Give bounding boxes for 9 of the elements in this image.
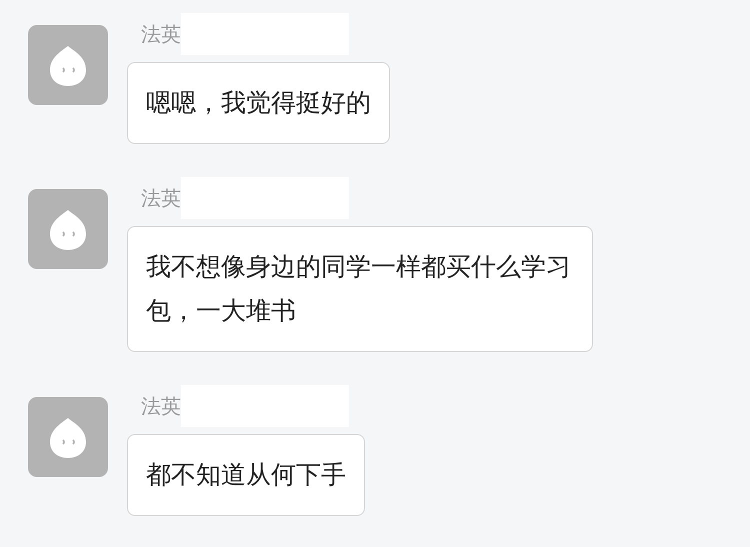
sender-name: 法英	[141, 21, 181, 48]
message-bubble: 嗯嗯，我觉得挺好的	[127, 62, 390, 144]
message-bubble: 都不知道从何下手	[127, 434, 365, 516]
sender-name: 法英	[141, 185, 181, 212]
avatar[interactable]	[28, 25, 108, 105]
avatar[interactable]	[28, 189, 108, 269]
sender-name: 法英	[141, 393, 181, 420]
message-bubble: 我不想像身边的同学一样都买什么学习包，一大堆书	[127, 226, 593, 352]
avatar[interactable]	[28, 397, 108, 477]
